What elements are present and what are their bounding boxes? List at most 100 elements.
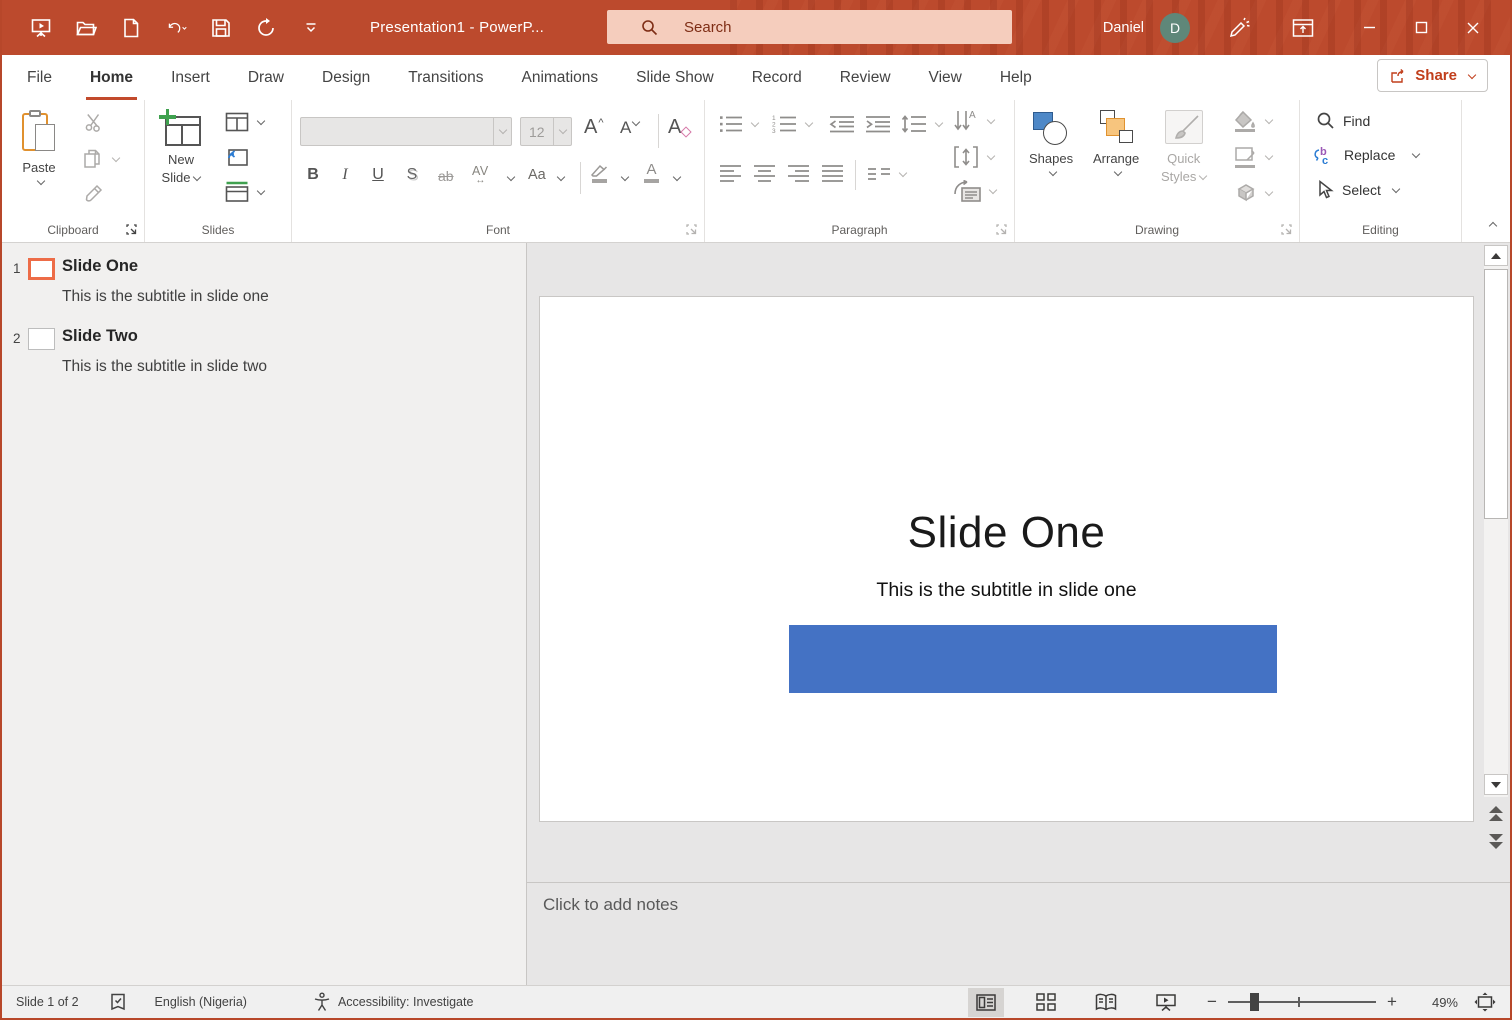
tab-file[interactable]: File	[8, 55, 71, 100]
columns-button[interactable]	[867, 167, 906, 181]
italic-button[interactable]: I	[338, 166, 352, 184]
tab-transitions[interactable]: Transitions	[389, 55, 502, 100]
customize-qat-button[interactable]	[300, 17, 322, 39]
section-button[interactable]	[225, 181, 264, 203]
search-box[interactable]: Search	[607, 10, 1012, 44]
slide-subtitle-text[interactable]: This is the subtitle in slide one	[540, 576, 1473, 604]
language-indicator[interactable]: English (Nigeria)	[155, 995, 247, 1009]
font-color-button[interactable]: A	[644, 162, 659, 183]
shape-fill-button[interactable]	[1233, 110, 1272, 132]
replace-button[interactable]: b c Replace	[1312, 145, 1419, 165]
normal-view-button[interactable]	[968, 988, 1004, 1017]
outline-slide-1[interactable]: 1 Slide One This is the subtitle in slid…	[2, 257, 526, 317]
change-case-button[interactable]: Aa	[528, 167, 546, 183]
outline-slide-subtitle[interactable]: This is the subtitle in slide one	[62, 288, 269, 306]
strikethrough-button[interactable]: ab	[438, 168, 454, 184]
text-direction-button[interactable]: A	[953, 108, 994, 134]
tab-help[interactable]: Help	[981, 55, 1051, 100]
convert-smartart-button[interactable]	[953, 180, 996, 202]
shape-effects-button[interactable]	[1233, 182, 1272, 204]
character-spacing-button[interactable]: AV ↔	[472, 164, 489, 184]
decrease-font-size-button[interactable]: A	[620, 118, 639, 138]
align-text-button[interactable]	[953, 144, 994, 170]
coming-soon-icon[interactable]	[1226, 15, 1252, 41]
increase-indent-button[interactable]	[865, 114, 891, 134]
tab-view[interactable]: View	[910, 55, 981, 100]
fit-slide-button[interactable]	[1474, 992, 1496, 1012]
new-file-button[interactable]	[120, 17, 142, 39]
bold-button[interactable]: B	[304, 166, 322, 184]
tab-slide-show[interactable]: Slide Show	[617, 55, 733, 100]
slide-title-text[interactable]: Slide One	[540, 503, 1473, 563]
outline-slide-title[interactable]: Slide One	[62, 257, 138, 276]
notes-pane[interactable]: Click to add notes	[527, 882, 1510, 985]
decrease-indent-button[interactable]	[829, 114, 855, 134]
reset-button[interactable]	[225, 146, 249, 168]
new-slide-button[interactable]: New Slide	[159, 109, 203, 185]
tab-home[interactable]: Home	[71, 55, 152, 100]
scrollbar-thumb[interactable]	[1484, 269, 1508, 519]
accessibility-status[interactable]: Accessibility: Investigate	[338, 995, 473, 1009]
tab-insert[interactable]: Insert	[152, 55, 229, 100]
zoom-in-button[interactable]: +	[1382, 992, 1402, 1012]
avatar[interactable]: D	[1160, 13, 1190, 43]
slide-canvas[interactable]: Slide One This is the subtitle in slide …	[539, 296, 1474, 822]
tab-draw[interactable]: Draw	[229, 55, 303, 100]
shapes-button[interactable]: Shapes	[1029, 110, 1073, 177]
justify-button[interactable]	[821, 164, 844, 182]
save-button[interactable]	[210, 17, 232, 39]
collapse-ribbon-button[interactable]	[1490, 216, 1496, 234]
numbering-button[interactable]: 1 2 3	[771, 114, 812, 134]
font-name-combobox[interactable]	[300, 117, 512, 146]
bullets-button[interactable]	[719, 114, 758, 134]
slide-indicator[interactable]: Slide 1 of 2	[16, 995, 79, 1009]
close-button[interactable]	[1458, 0, 1488, 55]
zoom-level[interactable]: 49%	[1412, 995, 1458, 1010]
text-highlight-button[interactable]	[590, 163, 608, 183]
tab-record[interactable]: Record	[733, 55, 821, 100]
line-spacing-button[interactable]	[901, 114, 942, 134]
start-slideshow-button[interactable]	[30, 17, 52, 39]
zoom-slider-handle[interactable]	[1250, 993, 1259, 1011]
slide-thumbnail[interactable]	[28, 328, 55, 350]
font-size-combobox[interactable]: 12	[520, 117, 572, 146]
clear-formatting-button[interactable]: A	[668, 116, 690, 139]
text-shadow-button[interactable]: S	[404, 166, 420, 184]
align-left-button[interactable]	[719, 164, 742, 182]
redo-button[interactable]	[255, 17, 277, 39]
zoom-slider[interactable]	[1228, 1001, 1376, 1003]
slide-thumbnail[interactable]	[28, 258, 55, 280]
tab-animations[interactable]: Animations	[502, 55, 617, 100]
previous-slide-button[interactable]	[1486, 801, 1506, 825]
clipboard-dialog-launcher[interactable]	[126, 224, 137, 235]
paragraph-dialog-launcher[interactable]	[996, 224, 1007, 235]
find-button[interactable]: Find	[1316, 111, 1370, 130]
scroll-up-button[interactable]	[1484, 245, 1508, 266]
outline-slide-title[interactable]: Slide Two	[62, 327, 138, 346]
cut-button[interactable]	[84, 112, 104, 132]
underline-button[interactable]: U	[370, 166, 386, 184]
outline-slide-subtitle[interactable]: This is the subtitle in slide two	[62, 358, 267, 376]
slideshow-view-button[interactable]	[1148, 988, 1184, 1017]
scroll-down-button[interactable]	[1484, 774, 1508, 795]
increase-font-size-button[interactable]: A ^	[584, 116, 604, 139]
format-painter-button[interactable]	[84, 183, 106, 205]
open-file-button[interactable]	[75, 17, 97, 39]
slide-sorter-view-button[interactable]	[1028, 988, 1064, 1017]
font-size-dropdown[interactable]	[553, 118, 571, 145]
copy-button[interactable]	[82, 148, 119, 170]
align-right-button[interactable]	[787, 164, 810, 182]
spell-check-button[interactable]	[109, 992, 127, 1012]
user-name[interactable]: Daniel	[1103, 20, 1144, 36]
share-button[interactable]: Share	[1377, 59, 1488, 92]
outline-slide-2[interactable]: 2 Slide Two This is the subtitle in slid…	[2, 327, 526, 387]
drawing-dialog-launcher[interactable]	[1281, 224, 1292, 235]
font-name-dropdown[interactable]	[493, 118, 511, 145]
tab-design[interactable]: Design	[303, 55, 389, 100]
ribbon-display-options-icon[interactable]	[1290, 15, 1316, 41]
quick-styles-button[interactable]: Quick Styles	[1161, 110, 1206, 184]
shape-outline-button[interactable]	[1233, 146, 1272, 168]
slide-blue-rectangle-shape[interactable]	[789, 625, 1277, 693]
zoom-out-button[interactable]: −	[1202, 992, 1222, 1012]
tab-review[interactable]: Review	[821, 55, 910, 100]
